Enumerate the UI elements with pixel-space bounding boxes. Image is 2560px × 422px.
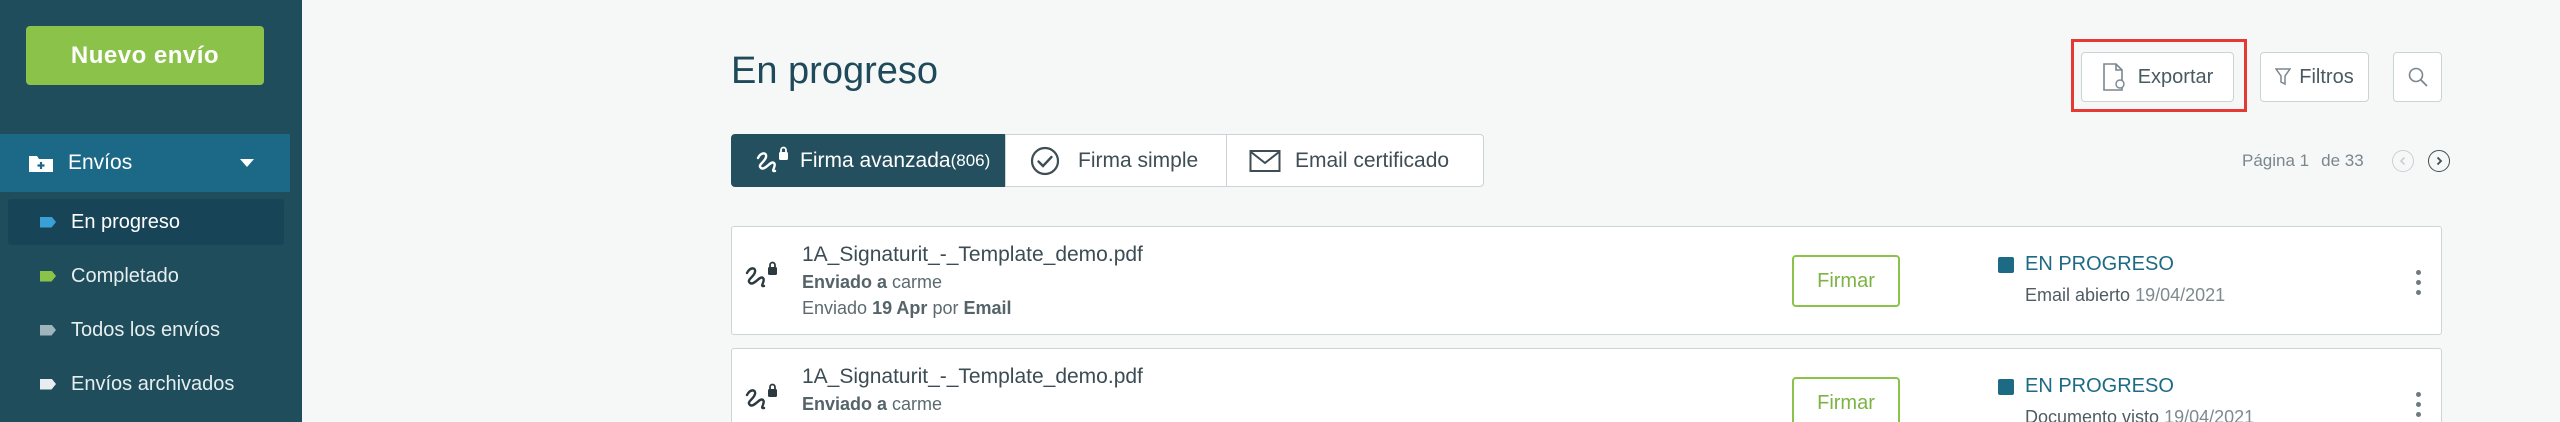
status-detail: Email abierto 19/04/2021 xyxy=(2025,285,2226,305)
sidebar-item-label: Envíos archivados xyxy=(71,372,235,395)
sidebar-item-label: En progreso xyxy=(71,210,180,233)
sidebar-item-en-progreso[interactable]: En progreso xyxy=(8,199,284,245)
search-button[interactable] xyxy=(2393,52,2442,102)
chevron-right-icon xyxy=(2434,156,2444,166)
sign-button[interactable]: Firmar xyxy=(1792,255,1900,307)
sidebar-item-archivados[interactable]: Envíos archivados xyxy=(8,361,284,407)
status-badge: EN PROGRESO xyxy=(2025,253,2174,275)
document-recipient: Enviado a carme xyxy=(802,394,943,414)
tab-label: Firma simple xyxy=(1078,148,1199,172)
document-sent-info: Enviado 19 Apr por Email xyxy=(802,298,1012,318)
tab-count: (806) xyxy=(950,150,991,170)
tab-firma-avanzada[interactable]: Firma avanzada (806) xyxy=(731,134,1006,187)
status-indicator xyxy=(1998,257,2014,273)
document-recipient: Enviado a carme xyxy=(802,272,943,292)
prev-page-button[interactable] xyxy=(2391,150,2414,172)
page-number: Página 1 xyxy=(2242,151,2310,170)
check-circle-icon xyxy=(1030,146,1060,176)
file-export-icon xyxy=(2102,63,2126,91)
export-button[interactable]: Exportar xyxy=(2081,52,2234,102)
sign-button[interactable]: Firmar xyxy=(1792,377,1900,422)
search-icon xyxy=(2407,66,2429,88)
signature-lock-icon xyxy=(744,383,778,413)
document-filename: 1A_Signaturit_-_Template_demo.pdf xyxy=(802,243,1143,266)
chevron-left-icon xyxy=(2398,156,2408,166)
more-options-icon[interactable] xyxy=(2412,389,2424,419)
new-send-button[interactable]: Nuevo envío xyxy=(26,26,264,85)
status-indicator xyxy=(1998,379,2014,395)
envelope-icon xyxy=(1249,149,1281,173)
signature-type-tabs: Firma avanzada (806) Firma simple Email … xyxy=(731,134,1484,187)
more-options-icon[interactable] xyxy=(2412,267,2424,297)
signature-lock-icon xyxy=(744,261,778,291)
tag-icon xyxy=(40,378,56,390)
filters-button[interactable]: Filtros xyxy=(2260,52,2369,102)
tag-icon xyxy=(40,216,56,228)
signature-lock-icon xyxy=(754,146,790,176)
tag-icon xyxy=(40,324,56,336)
sidebar-section-envios[interactable]: Envíos xyxy=(0,134,290,192)
sidebar-item-label: Todos los envíos xyxy=(71,318,220,341)
sidebar-item-label: Completado xyxy=(71,264,179,287)
export-label: Exportar xyxy=(2137,65,2214,88)
tab-label: Email certificado xyxy=(1295,148,1450,172)
filters-label: Filtros xyxy=(2299,65,2354,88)
sidebar-item-completado[interactable]: Completado xyxy=(8,253,284,299)
sidebar-section-label: Envíos xyxy=(68,151,133,174)
next-page-button[interactable] xyxy=(2427,150,2450,172)
pagination: Página 1 de 33 xyxy=(2242,150,2450,172)
sidebar: Nuevo envío Envíos En progreso Completad… xyxy=(0,0,302,422)
page-total: de 33 xyxy=(2321,151,2364,170)
document-filename: 1A_Signaturit_-_Template_demo.pdf xyxy=(802,365,1143,388)
chevron-down-icon[interactable] xyxy=(240,159,254,167)
page-title: En progreso xyxy=(731,50,939,92)
tab-email-certificado[interactable]: Email certificado xyxy=(1226,134,1484,187)
tab-label: Firma avanzada xyxy=(800,148,951,172)
status-badge: EN PROGRESO xyxy=(2025,375,2174,397)
status-detail: Documento visto 19/04/2021 xyxy=(2025,407,2255,422)
tab-firma-simple[interactable]: Firma simple xyxy=(1005,134,1227,187)
document-row[interactable]: 1A_Signaturit_-_Template_demo.pdf Enviad… xyxy=(731,348,2442,422)
tag-icon xyxy=(40,270,56,282)
folder-add-icon xyxy=(28,153,54,173)
sidebar-item-todos[interactable]: Todos los envíos xyxy=(8,307,284,353)
document-row[interactable]: 1A_Signaturit_-_Template_demo.pdf Enviad… xyxy=(731,226,2442,335)
filter-icon xyxy=(2275,67,2292,87)
